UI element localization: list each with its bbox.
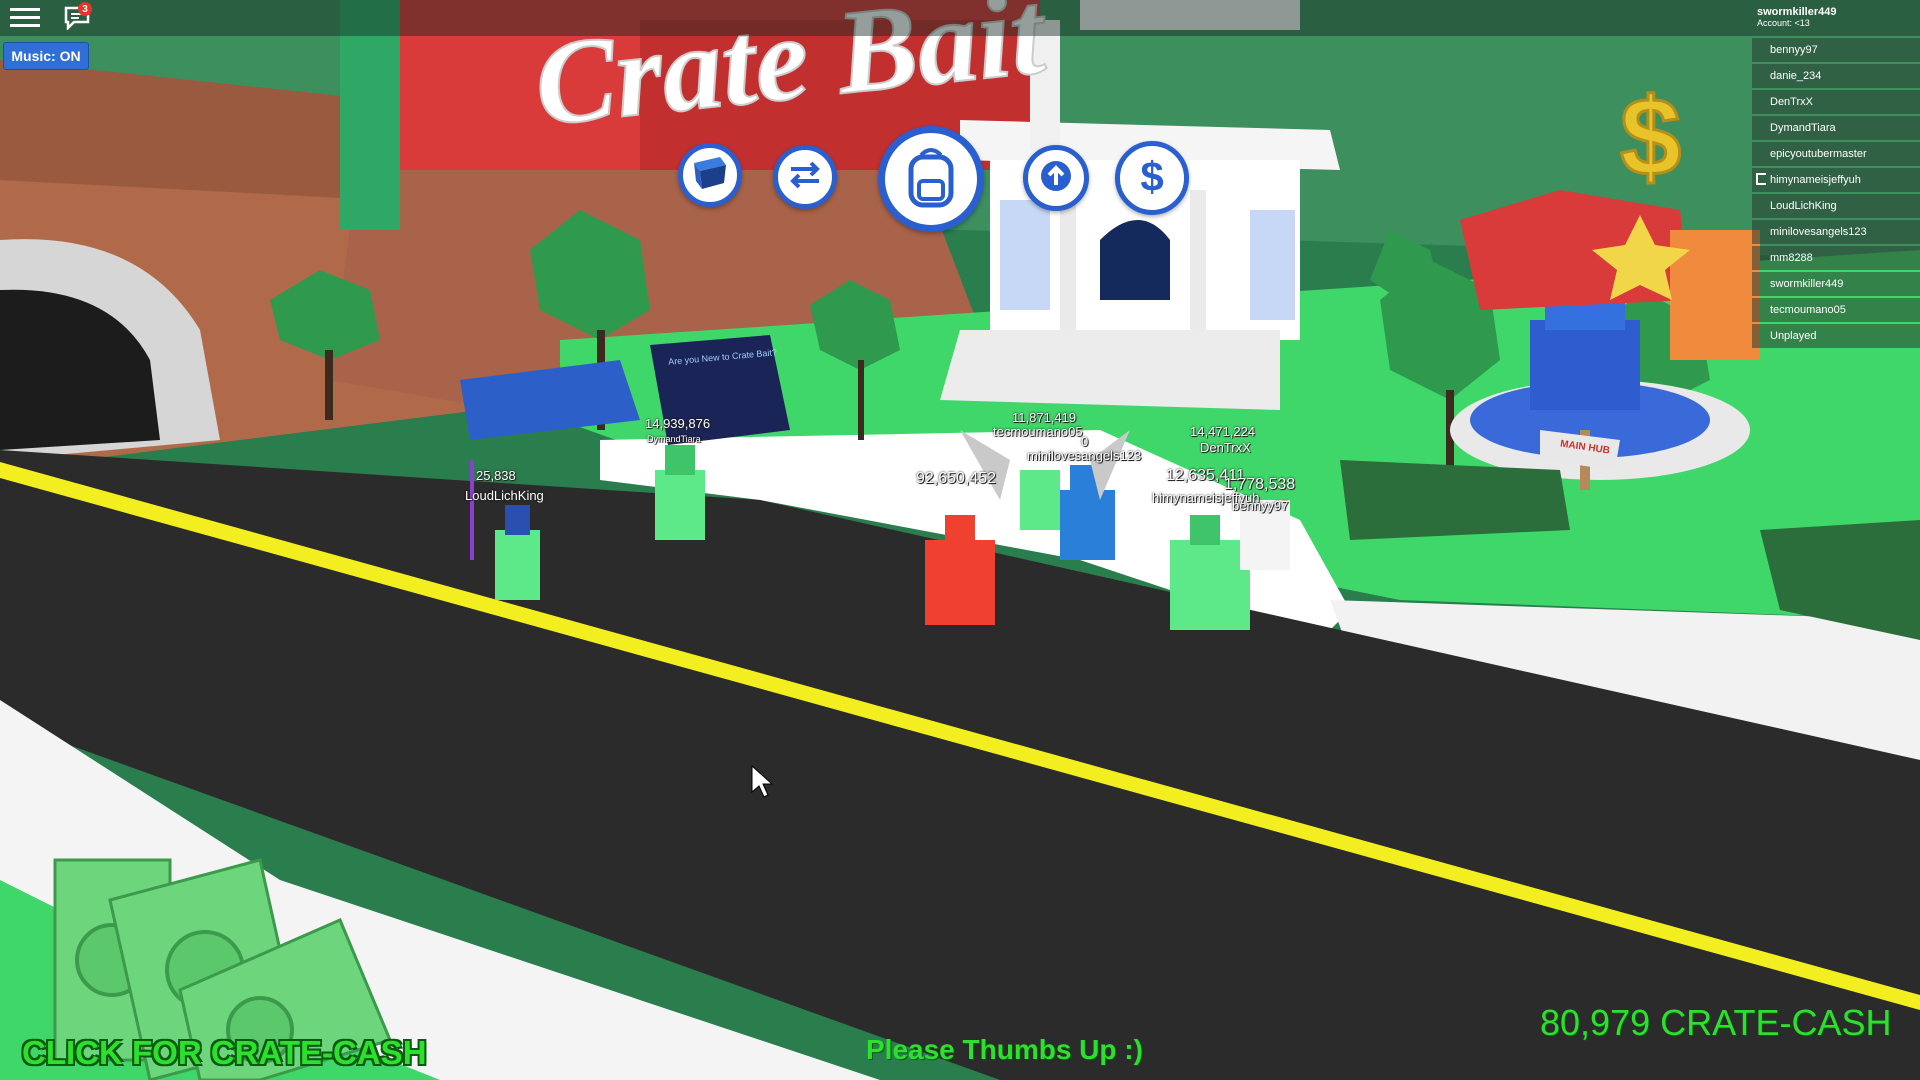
player-name-tag: minilovesangels123 [1027, 448, 1142, 463]
player-name: minilovesangels123 [1770, 226, 1867, 238]
player-row[interactable]: minilovesangels123 [1752, 220, 1920, 244]
music-toggle-button[interactable]: Music: ON [3, 42, 89, 70]
click-for-cash-button[interactable]: CLICK FOR CRATE-CASH [22, 1034, 427, 1072]
player-cash-tag: 14,939,876 [645, 416, 711, 431]
player-name: epicyoutubermaster [1770, 148, 1867, 160]
hamburger-menu-icon[interactable] [8, 4, 42, 32]
player-row[interactable]: himynameisjeffyuh [1752, 168, 1920, 192]
chat-icon[interactable]: 3 [60, 2, 94, 34]
player-row[interactable]: DenTrxX [1752, 90, 1920, 114]
player-cash-tag: 1,778,538 [1224, 476, 1296, 493]
crate-icon [690, 155, 730, 196]
player-name-tag: DymandTiara [647, 434, 701, 444]
player-row[interactable]: LoudLichKing [1752, 194, 1920, 218]
player-row[interactable]: mm8288 [1752, 246, 1920, 270]
player-name: danie_234 [1770, 70, 1822, 82]
backpack-button[interactable] [878, 126, 984, 232]
crate-cash-counter: 80,979 CRATE-CASH [1540, 1002, 1892, 1043]
player-row[interactable]: swormkiller449 [1752, 272, 1920, 296]
player-list: bennyy97 danie_234 DenTrxX DymandTiara e… [1752, 38, 1920, 350]
player-name: himynameisjeffyuh [1770, 174, 1861, 186]
account-info: swormkiller449 Account: <13 [1757, 6, 1837, 28]
player-name: Unplayed [1770, 330, 1817, 342]
player-row[interactable]: danie_234 [1752, 64, 1920, 88]
player-row[interactable]: Unplayed [1752, 324, 1920, 348]
player-name-tag: DenTrxX [1200, 440, 1251, 455]
thumbs-up-message: Please Thumbs Up :) [866, 1034, 1143, 1065]
crates-button[interactable] [678, 143, 742, 207]
player-cash-tag: 92,650,452 [916, 470, 997, 487]
player-name-tag: tecmoumano05 [993, 424, 1083, 439]
player-row[interactable]: tecmoumano05 [1752, 298, 1920, 322]
up-arrow-icon [1039, 159, 1073, 198]
backpack-icon [901, 145, 961, 214]
player-name: swormkiller449 [1770, 278, 1844, 290]
player-name-tag: LoudLichKing [465, 488, 544, 503]
account-age: Account: <13 [1757, 18, 1810, 28]
chat-notification-badge: 3 [78, 2, 92, 16]
player-name: bennyy97 [1770, 44, 1818, 56]
player-cash-tag: 11,871,419 [1012, 410, 1077, 425]
player-name: LoudLichKing [1770, 200, 1837, 212]
upgrade-button[interactable] [1023, 145, 1089, 211]
player-name: DenTrxX [1770, 96, 1813, 108]
player-name: DymandTiara [1770, 122, 1836, 134]
player-name: mm8288 [1770, 252, 1813, 264]
account-name: swormkiller449 [1757, 6, 1837, 18]
dollar-icon: $ [1132, 153, 1172, 204]
swap-arrows-icon [785, 159, 825, 196]
player-row[interactable]: DymandTiara [1752, 116, 1920, 140]
player-name: tecmoumano05 [1770, 304, 1846, 316]
player-cash-tag: 14,471,224 [1190, 424, 1256, 439]
trade-button[interactable] [773, 145, 837, 209]
svg-text:$: $ [1140, 153, 1163, 199]
player-row[interactable]: bennyy97 [1752, 38, 1920, 62]
player-cash-tag: 0 [1081, 434, 1089, 449]
player-row[interactable]: epicyoutubermaster [1752, 142, 1920, 166]
svg-text:$: $ [1620, 76, 1681, 199]
friend-bracket-icon [1756, 173, 1766, 185]
player-cash-tag: 25,838 [476, 468, 516, 483]
top-bar [0, 0, 1920, 36]
shop-button[interactable]: $ [1115, 141, 1189, 215]
player-name-tag: bennyy97 [1232, 498, 1289, 513]
